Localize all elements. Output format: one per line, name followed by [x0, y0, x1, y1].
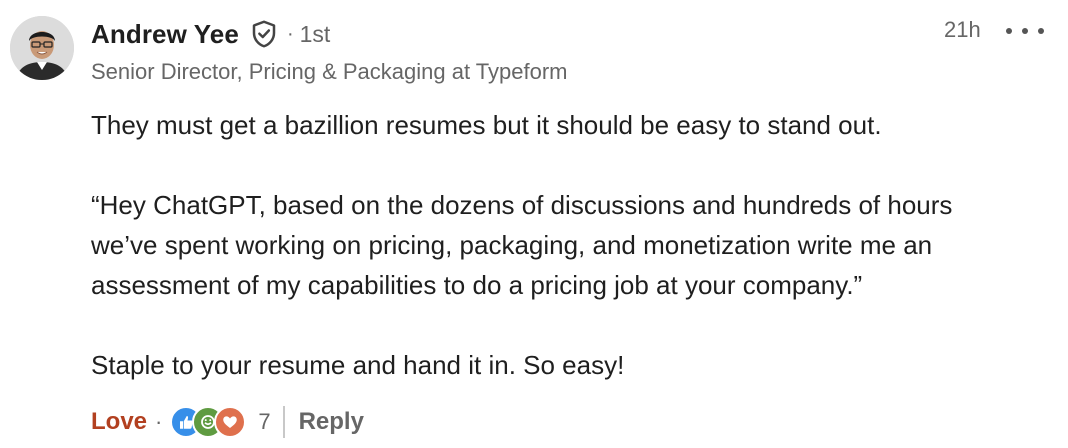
action-separator: · — [155, 409, 163, 434]
more-dot — [1006, 28, 1012, 34]
comment-header: Andrew Yee · 1st Senior Director, Pricin… — [91, 16, 567, 85]
love-reaction-button[interactable]: Love — [91, 408, 147, 436]
comment-paragraph: Staple to your resume and hand it in. So… — [91, 350, 625, 380]
author-headline: Senior Director, Pricing & Packaging at … — [91, 59, 568, 84]
comment-actions: Love · 7 Reply — [91, 402, 364, 442]
avatar[interactable] — [10, 16, 74, 80]
more-dot — [1022, 28, 1028, 34]
comment-paragraph: assessment of my capabilities to do a pr… — [91, 270, 863, 300]
comment-timestamp: 21h — [944, 17, 981, 42]
comment-paragraph: we’ve spent working on pricing, packagin… — [91, 230, 933, 260]
love-icon — [214, 406, 247, 438]
comment-body: They must get a bazillion resumes but it… — [91, 105, 1061, 385]
more-dot — [1038, 28, 1044, 34]
reaction-count[interactable]: 7 — [258, 409, 270, 435]
shield-check-icon — [249, 19, 279, 49]
degree-separator: · — [286, 22, 294, 45]
comment: Andrew Yee · 1st Senior Director, Pricin… — [0, 0, 1068, 448]
comment-paragraph: “Hey ChatGPT, based on the dozens of dis… — [91, 190, 953, 220]
author-name[interactable]: Andrew Yee — [91, 19, 239, 50]
name-row: Andrew Yee · 1st — [91, 16, 567, 52]
action-divider — [282, 406, 285, 438]
reaction-summary[interactable] — [170, 406, 247, 438]
comment-paragraph: They must get a bazillion resumes but it… — [91, 110, 882, 140]
avatar-image — [10, 16, 74, 80]
connection-degree: 1st — [299, 20, 331, 47]
reply-button[interactable]: Reply — [299, 408, 364, 436]
more-options-icon[interactable] — [1006, 20, 1044, 42]
